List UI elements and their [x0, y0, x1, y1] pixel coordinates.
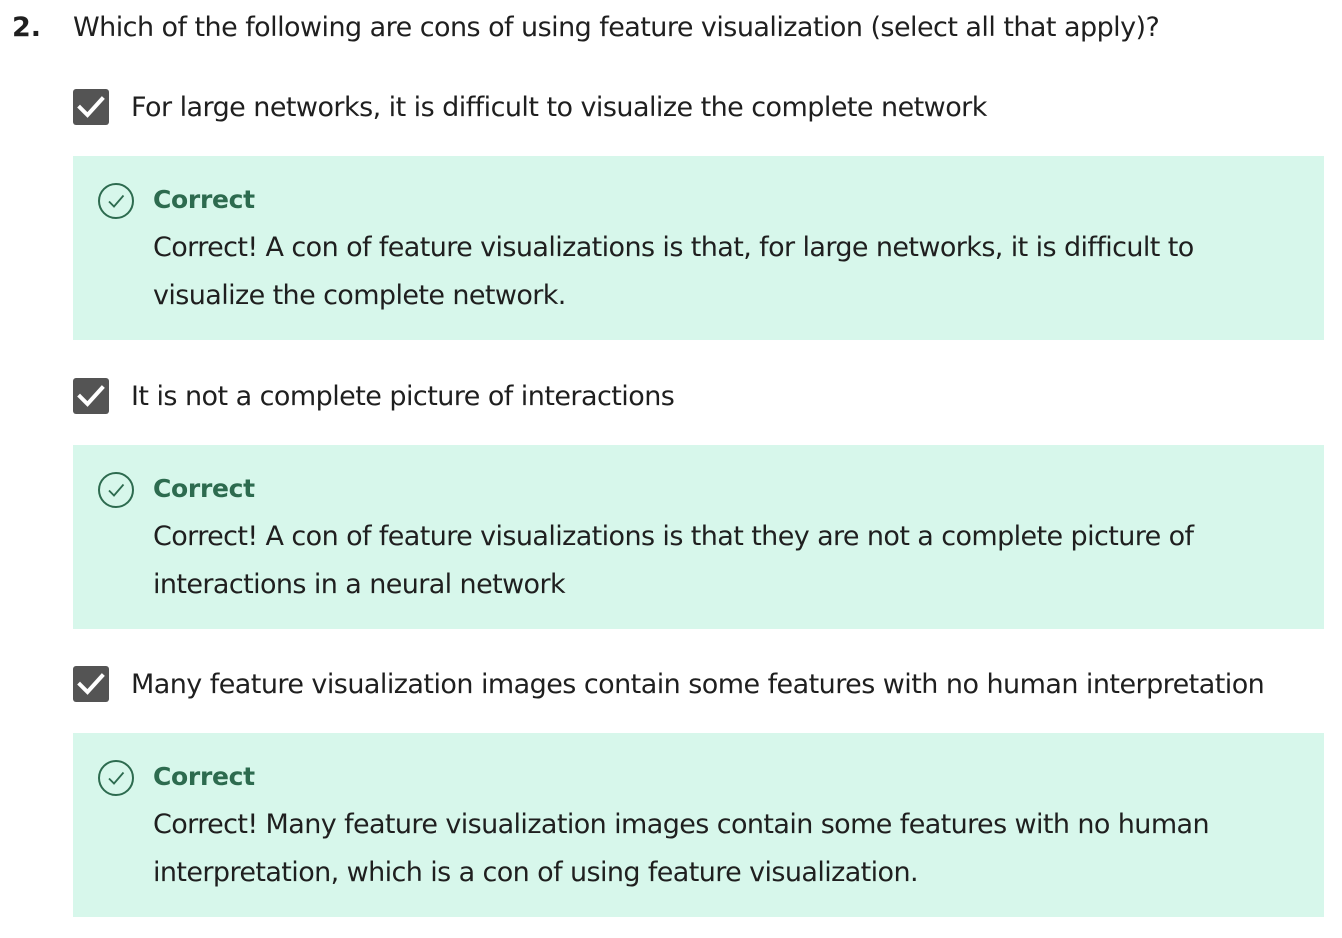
option-label[interactable]: Many feature visualization images contai…: [131, 665, 1265, 705]
option-row[interactable]: Many feature visualization images contai…: [73, 665, 1324, 705]
feedback-box: Correct Correct! A con of feature visual…: [73, 156, 1324, 340]
option-checkbox[interactable]: [73, 378, 109, 414]
check-circle-icon: [98, 472, 134, 508]
feedback-text: Correct! A con of feature visualizations…: [153, 521, 1194, 600]
option-row[interactable]: For large networks, it is difficult to v…: [73, 88, 1324, 128]
feedback-status: Correct: [153, 474, 255, 503]
check-circle-icon: [98, 760, 134, 796]
option-checkbox[interactable]: [73, 666, 109, 702]
option-label[interactable]: For large networks, it is difficult to v…: [131, 88, 987, 128]
option-checkbox[interactable]: [73, 89, 109, 125]
feedback-status: Correct: [153, 762, 255, 791]
option-label[interactable]: It is not a complete picture of interact…: [131, 377, 675, 417]
question-text: Which of the following are cons of using…: [73, 12, 1160, 43]
check-circle-icon: [98, 183, 134, 219]
checkmark-icon: [77, 673, 105, 695]
feedback-text: Correct! A con of feature visualizations…: [153, 232, 1194, 311]
checkmark-icon: [77, 96, 105, 118]
feedback-box: Correct Correct! A con of feature visual…: [73, 445, 1324, 629]
feedback-status: Correct: [153, 185, 255, 214]
option-row[interactable]: It is not a complete picture of interact…: [73, 377, 1324, 417]
checkmark-icon: [77, 385, 105, 407]
question-number: 2.: [12, 12, 42, 43]
feedback-text: Correct! Many feature visualization imag…: [153, 809, 1210, 888]
feedback-box: Correct Correct! Many feature visualizat…: [73, 733, 1324, 917]
